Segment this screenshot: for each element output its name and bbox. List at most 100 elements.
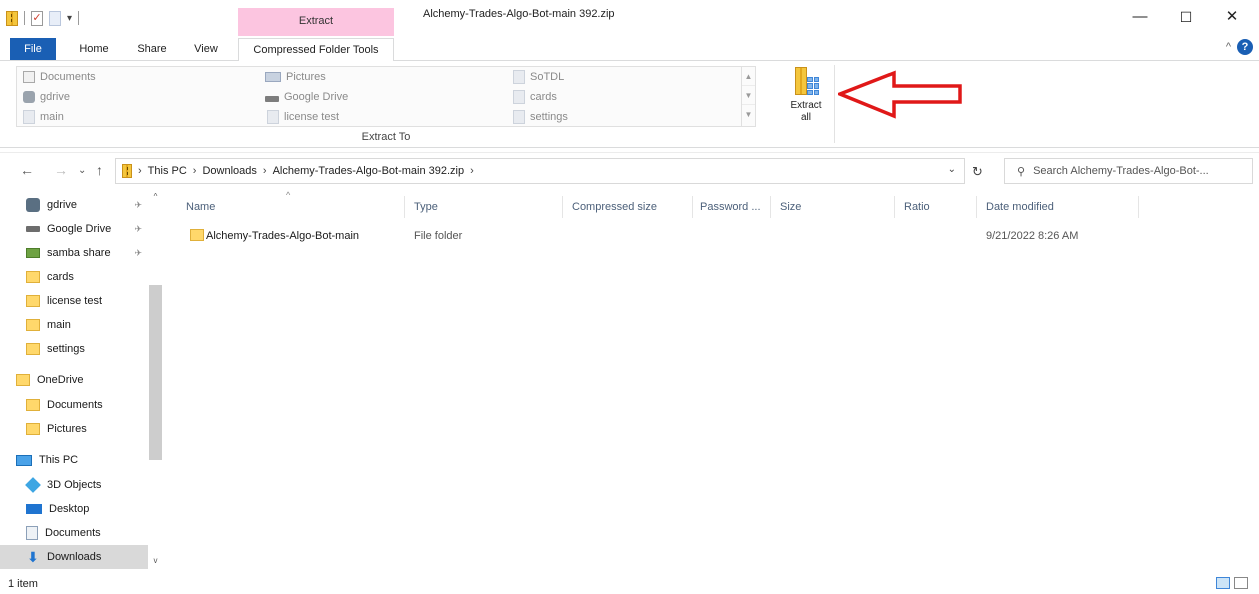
maximize-button[interactable]: ☐ [1171, 6, 1201, 28]
nav-item-samba-share[interactable]: samba share ✈ [0, 241, 148, 265]
extract-to-pictures[interactable]: Pictures [265, 67, 326, 87]
gallery-more-icon[interactable]: ▼ [742, 105, 755, 124]
tab-view[interactable]: View [186, 38, 226, 60]
column-header-size[interactable]: Size [780, 201, 801, 213]
minimize-button[interactable]: — [1125, 6, 1155, 28]
file-icon [23, 110, 35, 124]
gallery-down-icon[interactable]: ▼ [742, 86, 755, 105]
tab-home[interactable]: Home [72, 38, 116, 60]
extract-to-sotdl[interactable]: SoTDL [513, 67, 564, 87]
help-icon[interactable]: ? [1237, 39, 1253, 55]
column-header-type[interactable]: Type [414, 201, 438, 213]
extract-to-main[interactable]: main [23, 107, 64, 127]
nav-item-downloads[interactable]: ⬇ Downloads [0, 545, 148, 569]
breadcrumb-zip[interactable]: Alchemy-Trades-Algo-Bot-main 392.zip [273, 165, 465, 177]
column-header-name[interactable]: Name [186, 201, 215, 213]
extract-to-label: main [40, 111, 64, 123]
extract-to-cards[interactable]: cards [513, 87, 557, 107]
breadcrumb-chevron-icon[interactable]: › [193, 165, 197, 177]
tab-share[interactable]: Share [130, 38, 174, 60]
pin-icon[interactable]: ✈ [134, 200, 142, 211]
file-date-modified: 9/21/2022 8:26 AM [986, 230, 1079, 242]
gallery-up-icon[interactable]: ▲ [742, 67, 755, 86]
nav-item-documents[interactable]: Documents [0, 521, 148, 545]
cube-icon [25, 477, 41, 493]
close-button[interactable]: ✕ [1217, 6, 1247, 28]
scroll-down-chevron-icon[interactable]: v [148, 556, 163, 570]
extract-all-button[interactable]: Extract all [784, 65, 828, 129]
nav-item-google-drive[interactable]: Google Drive ✈ [0, 217, 148, 241]
nav-item-cards[interactable]: cards [0, 265, 148, 289]
breadcrumb-chevron-icon[interactable]: › [138, 165, 142, 177]
breadcrumb-chevron-icon[interactable]: › [263, 165, 267, 177]
nav-item-onedrive-documents[interactable]: Documents [0, 393, 148, 417]
nav-item-label: settings [47, 343, 85, 355]
forward-arrow-icon[interactable]: → [54, 162, 68, 178]
scrollbar-thumb[interactable] [149, 285, 162, 460]
refresh-icon[interactable]: ↻ [972, 164, 983, 180]
scroll-up-chevron-icon[interactable]: ^ [148, 192, 163, 206]
column-header-date-modified[interactable]: Date modified [986, 201, 1054, 213]
extract-to-documents[interactable]: Documents [23, 67, 96, 87]
nav-item-label: gdrive [47, 199, 77, 211]
nav-item-settings[interactable]: settings [0, 337, 148, 361]
nav-item-this-pc[interactable]: This PC [0, 448, 148, 472]
nav-item-label: 3D Objects [47, 479, 102, 491]
column-separator[interactable] [976, 196, 977, 218]
pin-icon[interactable]: ✈ [134, 248, 142, 259]
sort-ascending-icon: ^ [286, 190, 291, 200]
large-icons-view-icon[interactable] [1234, 577, 1248, 589]
address-row: ← → ⌄ ↑ › This PC › Downloads › Alchemy-… [0, 156, 1259, 186]
drive-icon [265, 96, 279, 102]
up-arrow-icon[interactable]: ↑ [96, 162, 103, 178]
nav-item-3d-objects[interactable]: 3D Objects [0, 473, 148, 497]
file-row[interactable]: Alchemy-Trades-Algo-Bot-main File folder… [186, 226, 1156, 246]
extract-to-label: Pictures [286, 71, 326, 83]
column-separator[interactable] [894, 196, 895, 218]
customize-toolbar-chevron-icon[interactable]: ▾ [67, 13, 72, 24]
extract-to-group-label: Extract To [361, 131, 411, 143]
collapse-ribbon-icon[interactable]: ^ [1226, 41, 1231, 53]
nav-item-main[interactable]: main [0, 313, 148, 337]
extract-to-settings[interactable]: settings [513, 107, 568, 127]
nav-item-label: Documents [45, 527, 101, 539]
nav-item-pictures[interactable]: Pictures [0, 417, 148, 441]
ribbon-tabs: File Home Share View Compressed Folder T… [0, 36, 1259, 62]
column-separator[interactable] [692, 196, 693, 218]
nav-item-onedrive[interactable]: OneDrive [0, 368, 148, 392]
back-arrow-icon[interactable]: ← [20, 162, 34, 178]
extract-to-google-drive[interactable]: Google Drive [265, 87, 348, 107]
nav-pane-scrollbar[interactable]: ^ v [148, 190, 163, 570]
column-header-password[interactable]: Password ... [700, 201, 761, 213]
breadcrumb-chevron-icon[interactable]: › [470, 165, 474, 177]
toolbar-separator [78, 11, 80, 25]
column-header-ratio[interactable]: Ratio [904, 201, 930, 213]
nav-item-gdrive[interactable]: gdrive ✈ [0, 193, 148, 217]
recent-locations-chevron-icon[interactable]: ⌄ [78, 165, 86, 176]
extract-to-gdrive[interactable]: gdrive [23, 87, 70, 107]
search-input[interactable]: ⚲ Search Alchemy-Trades-Algo-Bot-... [1004, 158, 1253, 184]
pin-icon[interactable]: ✈ [134, 224, 142, 235]
column-separator[interactable] [404, 196, 405, 218]
pictures-icon [265, 72, 281, 82]
properties-icon[interactable]: ✓ [31, 10, 43, 26]
new-folder-icon[interactable] [49, 10, 61, 26]
column-separator[interactable] [1138, 196, 1139, 218]
tab-file[interactable]: File [10, 38, 56, 60]
download-icon: ⬇ [27, 549, 39, 565]
extract-all-icon [793, 67, 819, 97]
details-view-icon[interactable] [1216, 577, 1230, 589]
column-separator[interactable] [562, 196, 563, 218]
nav-item-label: OneDrive [37, 374, 84, 386]
address-history-chevron-icon[interactable]: ⌄ [948, 164, 956, 175]
address-bar[interactable]: › This PC › Downloads › Alchemy-Trades-A… [115, 158, 965, 184]
tab-compressed-folder-tools[interactable]: Compressed Folder Tools [238, 38, 394, 62]
breadcrumb-downloads[interactable]: Downloads [202, 165, 256, 177]
column-separator[interactable] [770, 196, 771, 218]
breadcrumb-this-pc[interactable]: This PC [148, 165, 187, 177]
status-bar: 1 item [0, 574, 1259, 594]
nav-item-desktop[interactable]: Desktop [0, 497, 148, 521]
column-header-compressed-size[interactable]: Compressed size [572, 201, 657, 213]
extract-to-license-test[interactable]: license test [267, 107, 339, 127]
nav-item-license-test[interactable]: license test [0, 289, 148, 313]
